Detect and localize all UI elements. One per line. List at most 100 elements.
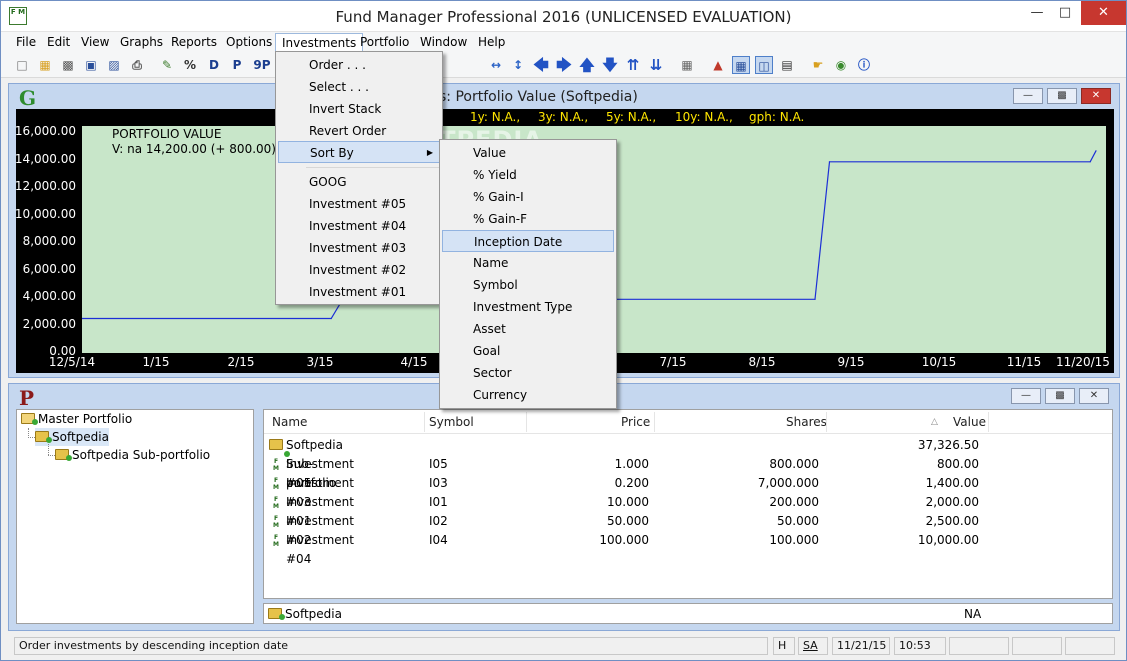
sort-gain-f[interactable]: % Gain-F: [442, 208, 614, 230]
column-divider[interactable]: [526, 412, 527, 432]
save-icon[interactable]: ▣: [82, 56, 100, 74]
minimize-button[interactable]: —: [1023, 1, 1051, 25]
maximize-button[interactable]: □: [1051, 1, 1079, 25]
menu-edit[interactable]: Edit: [41, 33, 76, 51]
col-name[interactable]: Name: [272, 415, 307, 429]
table-row[interactable]: F M Investment #04 I04 100.000 100.000 10,000.…: [264, 531, 1112, 566]
web-icon[interactable]: ◉: [832, 56, 850, 74]
menu-goog[interactable]: GOOG: [278, 171, 440, 193]
print-icon[interactable]: ⎙: [128, 56, 146, 74]
menu-investment-04[interactable]: Investment #04: [278, 215, 440, 237]
tile-vertical-icon[interactable]: ◫: [755, 56, 773, 74]
column-divider[interactable]: [826, 412, 827, 432]
menu-investment-02[interactable]: Investment #02: [278, 259, 440, 281]
x-tick-label: 8/15: [748, 355, 776, 369]
menu-options[interactable]: Options: [220, 33, 278, 51]
portfolio-window: P — ▩ ✕ Master Portfolio Softpedia Softp…: [8, 383, 1120, 631]
sort-currency[interactable]: Currency: [442, 384, 614, 406]
table-row[interactable]: F M Investment #03 I03 0.200 7,000.000 1,400.0…: [264, 474, 1112, 509]
sort-name[interactable]: Name: [442, 252, 614, 274]
edit-icon[interactable]: ✎: [158, 56, 176, 74]
x-tick-label: 12/5/14: [48, 355, 96, 369]
percent-icon[interactable]: %: [181, 56, 199, 74]
right-arrow-icon[interactable]: 🡆: [555, 56, 573, 74]
top-arrow-icon[interactable]: ⇈: [624, 56, 642, 74]
sort-gain-i[interactable]: % Gain-I: [442, 186, 614, 208]
menu-investment-01[interactable]: Investment #01: [278, 281, 440, 303]
new-icon[interactable]: □: [13, 56, 31, 74]
portfolio-close-button[interactable]: ✕: [1079, 388, 1109, 404]
menu-file[interactable]: File: [10, 33, 42, 51]
tile-icon[interactable]: ▦: [732, 56, 750, 74]
menu-select[interactable]: Select . . .: [278, 76, 440, 98]
menu-reports[interactable]: Reports: [165, 33, 223, 51]
sort-yield[interactable]: % Yield: [442, 164, 614, 186]
menu-sort-by[interactable]: Sort By ▶: [278, 141, 440, 163]
menu-order[interactable]: Order . . .: [278, 54, 440, 76]
menu-revert-order[interactable]: Revert Order: [278, 120, 440, 142]
col-price[interactable]: Price: [621, 415, 650, 429]
col-value[interactable]: Value: [953, 415, 986, 429]
table-row[interactable]: F M Investment #05 I05 1.000 800.000 800.00: [264, 455, 1112, 490]
table-row[interactable]: F M Investment #01 I01 10.000 200.000 2,000.00: [264, 493, 1112, 528]
sort-investment-type[interactable]: Investment Type: [442, 296, 614, 318]
sort-sector[interactable]: Sector: [442, 362, 614, 384]
column-divider[interactable]: [654, 412, 655, 432]
tree-icon[interactable]: ▩: [59, 56, 77, 74]
cell-value: 10,000.00: [917, 533, 979, 547]
calculator-icon[interactable]: ▦: [678, 56, 696, 74]
graph-minimize-button[interactable]: —: [1013, 88, 1043, 104]
tree-item-master[interactable]: Master Portfolio: [21, 410, 132, 428]
sort-inception-date[interactable]: Inception Date: [442, 230, 614, 252]
graph-close-button[interactable]: ✕: [1081, 88, 1111, 104]
cell-value: 800.00: [937, 457, 979, 471]
graph-restore-button[interactable]: ▩: [1047, 88, 1077, 104]
menu-view[interactable]: View: [75, 33, 115, 51]
menu-invert-stack[interactable]: Invert Stack: [278, 98, 440, 120]
menu-window[interactable]: Window: [414, 33, 473, 51]
menu-portfolio[interactable]: Portfolio: [354, 33, 415, 51]
open-folder-icon[interactable]: ▦: [36, 56, 54, 74]
left-arrow-icon[interactable]: 🡄: [532, 56, 550, 74]
column-divider[interactable]: [424, 412, 425, 432]
9p-button[interactable]: 9P: [251, 56, 273, 74]
sort-asset[interactable]: Asset: [442, 318, 614, 340]
tree-item-softpedia[interactable]: Softpedia: [35, 428, 109, 446]
menu-graphs[interactable]: Graphs: [114, 33, 169, 51]
sort-symbol[interactable]: Symbol: [442, 274, 614, 296]
table-header: Name Symbol Price Shares △ Value: [264, 410, 1112, 434]
portfolio-restore-button[interactable]: ▩: [1045, 388, 1075, 404]
help-pointer-icon[interactable]: ☛: [809, 56, 827, 74]
d-button[interactable]: D: [205, 56, 223, 74]
p-button[interactable]: P: [228, 56, 246, 74]
tree-item-sub-portfolio[interactable]: Softpedia Sub-portfolio: [55, 446, 210, 464]
chart-icon[interactable]: ▲: [709, 56, 727, 74]
investments-menu: Order . . . Select . . . Invert Stack Re…: [275, 51, 443, 305]
save-all-icon[interactable]: ▨: [105, 56, 123, 74]
portfolio-tree: Master Portfolio Softpedia Softpedia Sub…: [16, 409, 254, 624]
menu-investment-05[interactable]: Investment #05: [278, 193, 440, 215]
bottom-arrow-icon[interactable]: ⇊: [647, 56, 665, 74]
sort-value[interactable]: Value: [442, 142, 614, 164]
col-symbol[interactable]: Symbol: [429, 415, 474, 429]
cell-price: 50.000: [607, 514, 649, 528]
up-arrow-icon[interactable]: 🡅: [578, 56, 596, 74]
y-tick-label: 12,000.00: [14, 179, 76, 193]
expand-v-icon[interactable]: ↕: [509, 56, 527, 74]
table-row[interactable]: F M Investment #02 I02 50.000 50.000 2,500.00: [264, 512, 1112, 547]
close-button[interactable]: ✕: [1081, 1, 1126, 25]
info-icon[interactable]: ⓘ: [855, 56, 873, 74]
sort-goal[interactable]: Goal: [442, 340, 614, 362]
column-divider[interactable]: [988, 412, 989, 432]
portfolio-minimize-button[interactable]: —: [1011, 388, 1041, 404]
table-row[interactable]: Softpedia Sub-portfolio 37,326.50: [264, 436, 1112, 490]
cell-symbol: I04: [429, 533, 448, 547]
cell-value: 2,000.00: [925, 495, 979, 509]
down-arrow-icon[interactable]: 🡇: [601, 56, 619, 74]
col-shares[interactable]: Shares: [786, 415, 827, 429]
clipboard-icon[interactable]: ▤: [778, 56, 796, 74]
menu-investment-03[interactable]: Investment #03: [278, 237, 440, 259]
expand-h-icon[interactable]: ↔: [487, 56, 505, 74]
menu-investments[interactable]: Investments: [275, 33, 364, 51]
menu-help[interactable]: Help: [472, 33, 511, 51]
